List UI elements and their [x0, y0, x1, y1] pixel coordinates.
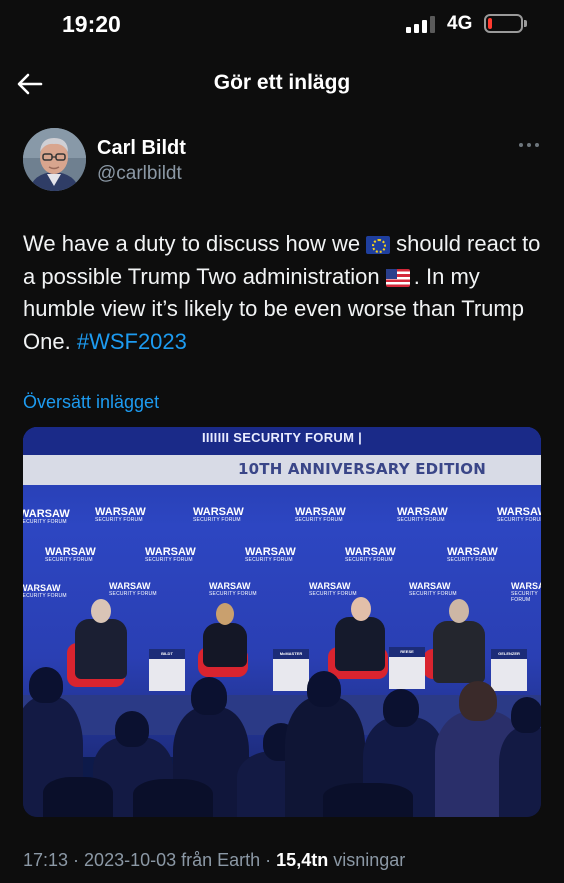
wall-logo: WARSAWSECURITY FORUM — [145, 546, 196, 564]
eu-flag-emoji — [366, 236, 391, 254]
nameplate: BILDT — [149, 649, 185, 659]
wall-logo: WARSAWSECURITY FORUM — [409, 581, 457, 597]
banner-title: IIIIIII SECURITY FORUM | — [201, 430, 363, 445]
page-title: Gör ett inlägg — [213, 71, 351, 94]
panelist-head — [91, 599, 111, 623]
tweet-photo[interactable]: IIIIIII SECURITY FORUM | 10TH ANNIVERSAR… — [23, 427, 541, 817]
status-bar: 19:20 4G — [0, 0, 564, 50]
wall-logo: WARSAWSECURITY FORUM — [309, 581, 357, 597]
wall-logo: WARSAWSECURITY FORUM — [23, 583, 67, 599]
tweet-source: från Earth — [176, 850, 261, 870]
avatar[interactable] — [23, 128, 86, 191]
translate-link[interactable]: Översätt inlägget — [23, 392, 159, 413]
battery-low-icon — [484, 14, 523, 33]
nameplate: REESE — [389, 647, 425, 657]
wall-logo: WARSAWSECURITY FORUM — [497, 506, 541, 524]
wall-logo: WARSAWSECURITY FORUM — [245, 546, 296, 564]
cellular-signal-icon — [406, 15, 436, 33]
more-options-button[interactable] — [516, 138, 542, 152]
wall-logo: WARSAWSECURITY FORUM — [397, 506, 448, 524]
view-count: 15,4tn — [276, 850, 329, 870]
panelist — [203, 623, 247, 667]
panelist-head — [449, 599, 469, 623]
tweet-date[interactable]: 2023-10-03 — [84, 850, 176, 870]
wall-logo: WARSAWSECURITY FORUM — [295, 506, 346, 524]
tweet-text-part1: We have a duty to discuss how we — [23, 231, 361, 256]
wall-logo: WARSAWSECURITY FORUM — [447, 546, 498, 564]
wall-logo: WARSAWSECURITY FORUM — [209, 581, 257, 597]
author-name[interactable]: Carl Bildt — [97, 137, 186, 160]
battery-tip — [524, 20, 527, 27]
avatar-portrait — [23, 128, 86, 191]
tweet-meta: 17:13 · 2023-10-03 från Earth · 15,4tn v… — [23, 850, 406, 870]
status-time: 19:20 — [62, 11, 121, 37]
wall-logo: WARSAWSECURITY FORUM — [345, 546, 396, 564]
tweet-text: We have a duty to discuss how we should r… — [23, 228, 543, 358]
tweet-time: 17:13 — [23, 850, 69, 870]
wall-logo: WARSAWSECURITY FORUM — [511, 581, 541, 603]
more-horizontal-icon — [519, 143, 523, 147]
nameplate: McMASTER — [273, 649, 309, 659]
nameplate: GELENZER — [491, 649, 527, 659]
author-handle[interactable]: @carlbildt — [97, 163, 182, 185]
view-count-label: visningar — [328, 850, 406, 870]
wall-logo: WARSAWSECURITY FORUM — [109, 581, 157, 597]
wall-logo: WARSAWSECURITY FORUM — [45, 546, 96, 564]
panelist — [335, 617, 385, 671]
wall-logo: WARSAWSECURITY FORUM — [95, 506, 146, 524]
wall-logo: WARSAWSECURITY FORUM — [193, 506, 244, 524]
us-flag-emoji — [385, 268, 410, 287]
panelist-head — [216, 603, 234, 625]
network-type: 4G — [447, 13, 473, 34]
anniversary-text: 10TH ANNIVERSARY EDITION — [237, 460, 486, 478]
audience — [23, 667, 541, 817]
panelist-head — [351, 597, 371, 621]
wall-logo: WARSAWSECURITY FORUM — [23, 508, 70, 526]
hashtag-link[interactable]: #WSF2023 — [77, 329, 187, 354]
